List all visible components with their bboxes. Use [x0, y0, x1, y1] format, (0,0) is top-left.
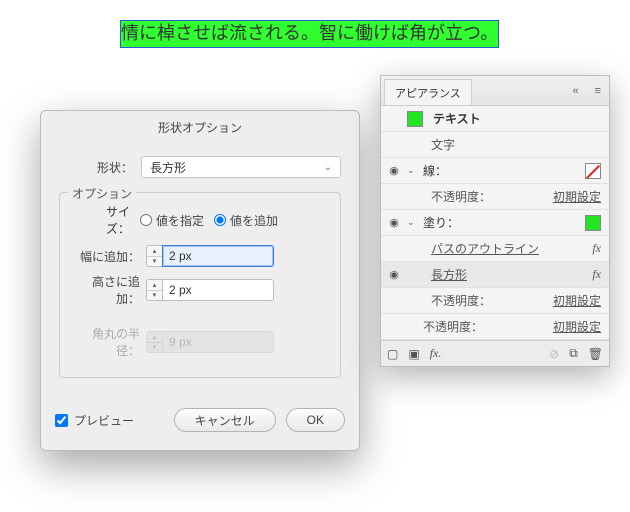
- chevron-up-icon: ▴: [147, 280, 162, 291]
- appearance-row-outline-path[interactable]: パスのアウトライン fx: [381, 236, 609, 262]
- opacity-label: 不透明度：: [431, 190, 491, 204]
- clear-appearance-icon[interactable]: ⊘: [549, 347, 559, 361]
- fill-swatch-icon[interactable]: [585, 215, 601, 231]
- appearance-row-fill-opacity[interactable]: 不透明度： 初期設定: [381, 288, 609, 314]
- shape-label: 形状：: [59, 159, 141, 176]
- width-add-input[interactable]: 2 px: [162, 245, 274, 267]
- options-legend: オプション: [68, 185, 136, 202]
- appearance-characters-label: 文字: [429, 136, 601, 153]
- width-stepper[interactable]: ▴▾: [146, 245, 162, 267]
- options-fieldset: オプション サイズ： 値を指定 値を追加 幅に追加： ▴▾ 2 px: [59, 192, 341, 378]
- size-radio-add-label: 値を追加: [230, 212, 278, 229]
- size-radio-specify-label: 値を指定: [156, 212, 204, 229]
- appearance-row-fill[interactable]: ◉ ⌄ 塗り：: [381, 210, 609, 236]
- corner-stepper: ▴▾: [146, 331, 162, 353]
- ok-button[interactable]: OK: [286, 408, 345, 432]
- chevron-up-icon: ▴: [147, 246, 162, 257]
- size-radio-specify[interactable]: 値を指定: [140, 212, 204, 229]
- fx-icon[interactable]: fx: [586, 267, 601, 282]
- height-stepper[interactable]: ▴▾: [146, 279, 162, 301]
- no-stroke-swatch-icon[interactable]: [585, 163, 601, 179]
- dialog-title: 形状オプション: [41, 111, 359, 146]
- appearance-panel: アピアランス « ≡ テキスト 文字 ◉ ⌄ 線： 不透明度： 初期設定: [380, 75, 610, 367]
- opacity-label: 不透明度：: [431, 294, 491, 308]
- preview-checkbox[interactable]: プレビュー: [55, 412, 164, 429]
- visibility-icon[interactable]: ◉: [389, 268, 399, 281]
- width-add-label: 幅に追加：: [72, 248, 146, 265]
- disclosure-icon[interactable]: ⌄: [407, 217, 421, 228]
- height-add-label: 高さに追加：: [72, 273, 146, 307]
- chevron-down-icon: ⌄: [324, 162, 332, 173]
- cancel-button[interactable]: キャンセル: [174, 408, 276, 432]
- opacity-label: 不透明度：: [423, 320, 483, 334]
- panel-collapse-icon[interactable]: «: [564, 85, 586, 97]
- preview-checkbox-label: プレビュー: [74, 412, 134, 429]
- fx-icon[interactable]: fx: [586, 241, 601, 256]
- height-add-input[interactable]: 2 px: [162, 279, 274, 301]
- appearance-outline-path-label: パスのアウトライン: [429, 240, 586, 257]
- visibility-icon[interactable]: ◉: [389, 216, 399, 229]
- add-stroke-icon[interactable]: ▢: [387, 347, 398, 361]
- appearance-rectangle-label: 長方形: [429, 266, 586, 283]
- opacity-value-link[interactable]: 初期設定: [553, 188, 601, 205]
- size-radio-add[interactable]: 値を追加: [214, 212, 278, 229]
- delete-item-icon[interactable]: 🗑: [588, 347, 603, 361]
- size-label: サイズ：: [84, 203, 130, 237]
- chevron-down-icon: ▾: [147, 257, 162, 267]
- appearance-row-characters[interactable]: 文字: [381, 132, 609, 158]
- shape-select-value: 長方形: [150, 159, 186, 176]
- chevron-down-icon: ▾: [147, 343, 162, 353]
- duplicate-item-icon[interactable]: ⧉: [569, 346, 578, 361]
- chevron-up-icon: ▴: [147, 332, 162, 343]
- appearance-row-object-opacity[interactable]: 不透明度： 初期設定: [381, 314, 609, 340]
- add-effect-icon[interactable]: fx.: [430, 346, 442, 361]
- appearance-row-stroke[interactable]: ◉ ⌄ 線：: [381, 158, 609, 184]
- appearance-stroke-label: 線：: [421, 162, 545, 179]
- disclosure-icon[interactable]: ⌄: [407, 165, 421, 176]
- appearance-row-stroke-opacity[interactable]: 不透明度： 初期設定: [381, 184, 609, 210]
- corner-radius-input: 9 px: [162, 331, 274, 353]
- selected-text-object[interactable]: 情に棹させば流される。智に働けば角が立つ。: [120, 20, 499, 48]
- visibility-icon[interactable]: ◉: [389, 164, 399, 177]
- corner-radius-label: 角丸の半径：: [72, 325, 146, 359]
- opacity-value-link[interactable]: 初期設定: [553, 318, 601, 335]
- appearance-tab[interactable]: アピアランス: [384, 79, 472, 105]
- fill-swatch-icon: [407, 111, 423, 127]
- appearance-target-label: テキスト: [423, 110, 601, 127]
- chevron-down-icon: ▾: [147, 291, 162, 301]
- panel-menu-icon[interactable]: ≡: [587, 85, 609, 97]
- shape-select[interactable]: 長方形 ⌄: [141, 156, 341, 178]
- appearance-row-rectangle[interactable]: ◉ 長方形 fx: [381, 262, 609, 288]
- shape-options-dialog: 形状オプション 形状： 長方形 ⌄ オプション サイズ： 値を指定 値を追加: [40, 110, 360, 451]
- add-fill-icon[interactable]: ▣: [408, 347, 419, 361]
- appearance-row-target[interactable]: テキスト: [381, 106, 609, 132]
- appearance-fill-label: 塗り：: [421, 214, 545, 231]
- opacity-value-link[interactable]: 初期設定: [553, 292, 601, 309]
